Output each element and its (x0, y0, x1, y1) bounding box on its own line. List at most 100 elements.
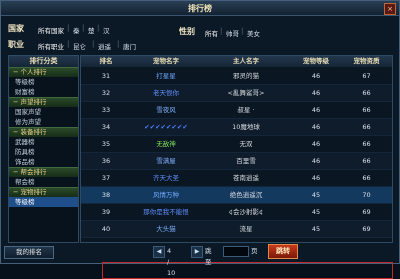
sidebar-item-wealth[interactable]: 财富榜 (9, 87, 78, 97)
my-ranking-button[interactable]: 我的排名 (4, 246, 54, 259)
pet-name-cell: 雪满屋 (156, 157, 176, 165)
pet-name-cell: 齐天大圣 (153, 174, 179, 182)
sidebar-item-country-prestige[interactable]: 国家声望 (9, 107, 78, 117)
sidebar-group-label: 声望排行 (20, 98, 47, 106)
divider: | (67, 24, 70, 32)
owner-name-cell: 绝色逍遥沉 (229, 191, 263, 199)
collapse-icon: − (13, 68, 21, 76)
rank-cell: 37 (101, 174, 111, 182)
column-header-score: 宠物资质 (353, 57, 380, 65)
sidebar-group-label: 宠物排行 (20, 188, 47, 196)
job-label: 职业 (8, 40, 24, 49)
sidebar-header: 排行分类 (9, 56, 78, 67)
pet-level-cell: 46 (311, 174, 321, 182)
sidebar-item-armor[interactable]: 防具榜 (9, 147, 78, 157)
own-row-highlight (102, 262, 393, 279)
pet-name-cell: 那你是我不能恨 (143, 208, 189, 216)
collapse-icon: − (13, 168, 21, 176)
owner-name-cell: 邪灵的猫 (233, 72, 259, 80)
pet-level-cell: 46 (311, 157, 321, 165)
pet-score-cell: 66 (362, 140, 371, 148)
sidebar-group-personal[interactable]: − 个人排行 (9, 67, 78, 77)
pet-name-cell: 大头猫 (156, 225, 176, 233)
pet-score-cell: 66 (362, 174, 371, 182)
sidebar-group-pet[interactable]: − 宠物排行 (9, 187, 78, 197)
sidebar-item-guild[interactable]: 帮会榜 (9, 177, 78, 187)
pet-level-cell: 45 (311, 225, 321, 233)
table-row[interactable]: 40 大头猫 流星 45 69 (81, 221, 392, 238)
pet-score-cell: 66 (362, 157, 371, 165)
pet-name-cell: 老天恨你 (153, 89, 179, 97)
pet-name-cell: 无敌神 (156, 140, 176, 148)
pet-level-cell: 46 (311, 89, 321, 97)
country-option-qin[interactable]: 秦 (73, 25, 80, 35)
column-header-pet-name: 宠物名字 (153, 57, 179, 65)
job-option-all[interactable]: 所有职业 (38, 41, 64, 51)
table-row[interactable]: 38 风情万种 绝色逍遥沉 45 70 (81, 187, 392, 204)
ranking-table: 排名 宠物名字 主人名字 宠物等级 宠物资质 31 打星星 邪灵的猫 46 67 32 老天… (80, 55, 393, 279)
owner-name-cell: 无双 (239, 140, 253, 148)
divider: | (92, 40, 95, 48)
country-option-chu[interactable]: 楚 (88, 25, 95, 35)
pet-level-cell: 45 (311, 191, 321, 199)
table-row[interactable]: 37 齐天大圣 苍南逍遥 46 66 (81, 170, 392, 187)
sidebar-group-guild[interactable]: − 帮会排行 (9, 167, 78, 177)
table-row[interactable]: 34 ✔✔✔✔✔✔✔✔ 10魔地球 46 66 (81, 119, 392, 136)
jump-button[interactable]: 跳转 (268, 244, 298, 259)
gender-option-male[interactable]: 帅哥 (226, 28, 239, 38)
pet-name-cell: 打星星 (156, 72, 176, 80)
sidebar-group-label: 个人排行 (20, 68, 47, 76)
owner-name-cell: <亂舞鲨哥> (227, 89, 265, 97)
title-bar[interactable]: 排行榜 × (1, 1, 399, 16)
divider: | (117, 40, 120, 48)
pet-score-cell: 66 (362, 106, 371, 114)
owner-name-cell: 苍南逍遥 (233, 174, 259, 182)
pet-score-cell: 67 (362, 72, 371, 80)
column-header-rank: 排名 (99, 57, 113, 65)
sidebar-item-level[interactable]: 等级榜 (9, 77, 78, 87)
close-button[interactable]: × (384, 3, 396, 15)
divider: | (220, 27, 223, 35)
pet-score-cell: 66 (362, 89, 371, 97)
pet-name-cell: ✔✔✔✔✔✔✔✔ (144, 123, 188, 131)
country-option-all[interactable]: 所有国家 (38, 25, 64, 35)
table-row[interactable]: 36 雪满屋 百里雪 46 66 (81, 153, 392, 170)
owner-name-cell: ¢会沙射影¢ (228, 208, 264, 216)
sidebar-group-equipment[interactable]: − 装备排行 (9, 127, 78, 137)
rank-cell: 35 (101, 140, 111, 148)
gender-option-female[interactable]: 美女 (247, 28, 260, 38)
pet-score-cell: 66 (362, 123, 371, 131)
sidebar-item-weapon[interactable]: 武器榜 (9, 137, 78, 147)
sidebar-item-pet-level[interactable]: 等级榜 (9, 197, 78, 207)
table-row[interactable]: 31 打星星 邪灵的猫 46 67 (81, 68, 392, 85)
table-row[interactable]: 32 老天恨你 <亂舞鲨哥> 46 66 (81, 85, 392, 102)
rank-cell: 31 (101, 72, 111, 80)
sidebar-item-cultivation-prestige[interactable]: 修为声望 (9, 117, 78, 127)
rank-cell: 39 (101, 208, 111, 216)
rank-cell: 36 (101, 157, 111, 165)
page-number-input[interactable] (223, 246, 249, 257)
country-option-han[interactable]: 汉 (103, 25, 110, 35)
table-row[interactable]: 39 那你是我不能恨 ¢会沙射影¢ 45 69 (81, 204, 392, 221)
owner-name-cell: 百里雪 (236, 157, 256, 165)
sidebar-group-prestige[interactable]: − 声望排行 (9, 97, 78, 107)
sidebar-item-accessory[interactable]: 饰品榜 (9, 157, 78, 167)
owner-name-cell: 叔星 · (237, 106, 255, 114)
job-option-tangmen[interactable]: 唐门 (123, 41, 136, 51)
category-sidebar: 排行分类 − 个人排行 等级榜 财富榜 − 声望排行 国家声望 修为声望 − 装… (8, 55, 79, 243)
next-page-icon[interactable]: ▶ (191, 246, 203, 258)
pet-score-cell: 69 (362, 208, 371, 216)
table-row[interactable]: 35 无敌神 无双 46 66 (81, 136, 392, 153)
gender-option-all[interactable]: 所有 (205, 28, 218, 38)
pet-level-cell: 46 (311, 106, 321, 114)
table-row[interactable]: 33 雪夜风 叔星 · 46 66 (81, 102, 392, 119)
rank-cell: 40 (101, 225, 111, 233)
page-unit-label: 页 (251, 247, 258, 255)
collapse-icon: − (13, 98, 21, 106)
job-option-kunlun[interactable]: 昆仑 (73, 41, 86, 51)
divider: | (97, 24, 100, 32)
pet-level-cell: 46 (311, 123, 321, 131)
column-header-owner: 主人名字 (233, 57, 259, 65)
prev-page-icon[interactable]: ◀ (153, 246, 165, 258)
job-option-xiaoyao[interactable]: 逍遥 (98, 41, 111, 51)
